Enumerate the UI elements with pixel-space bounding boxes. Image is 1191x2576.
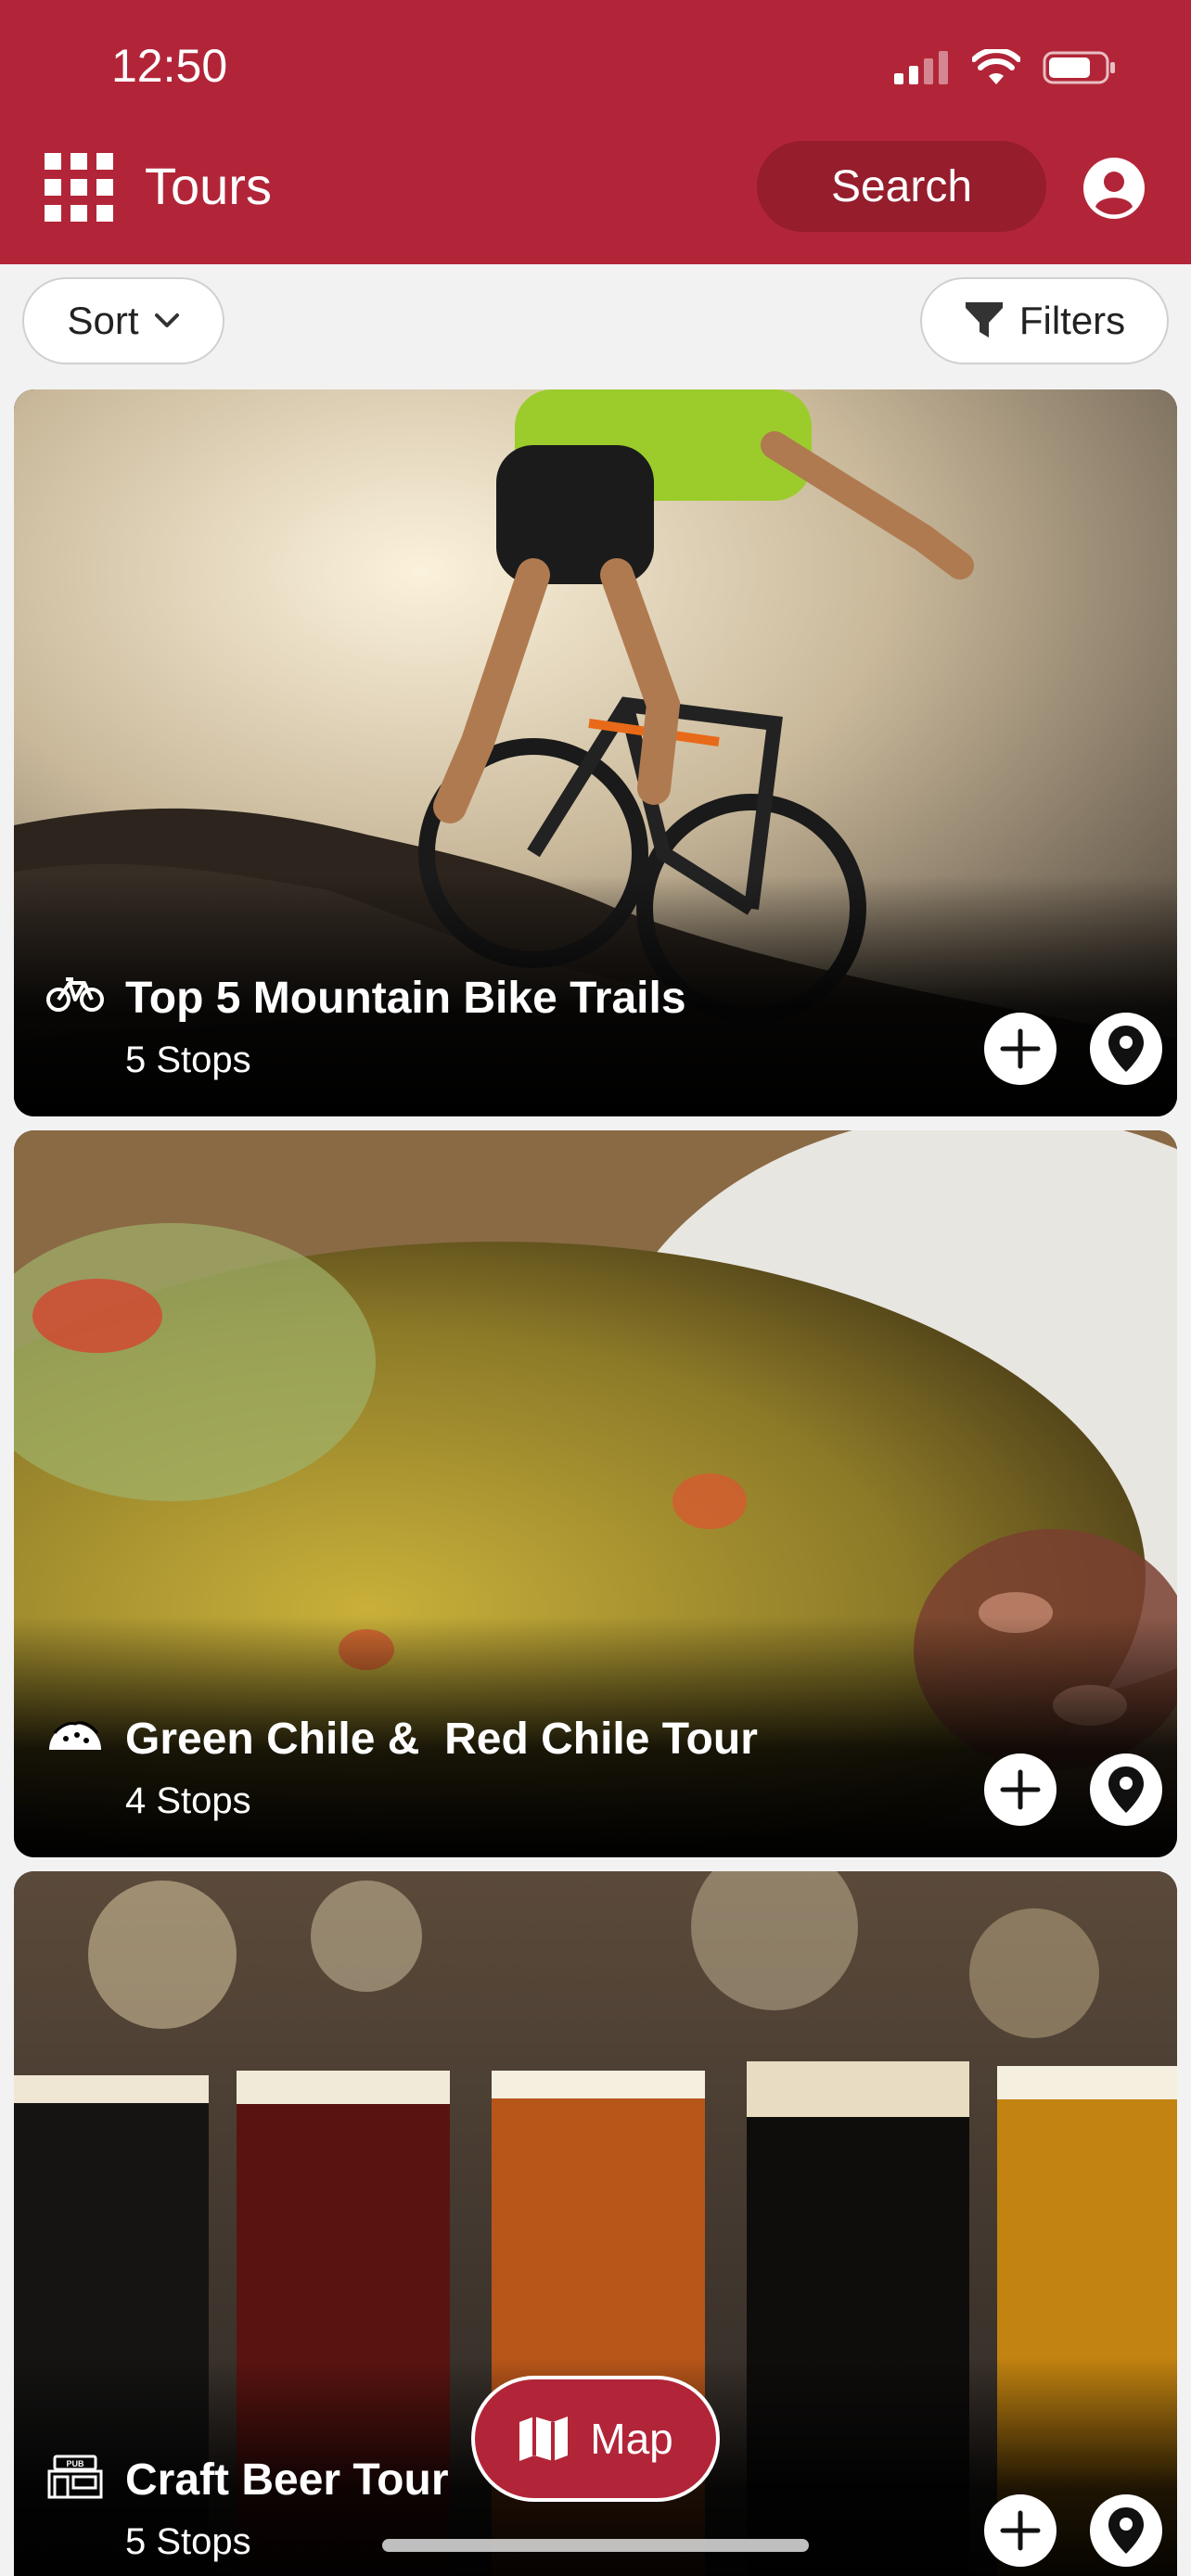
map-pin-icon [1108,1766,1144,1813]
map-pin-icon [1108,2507,1144,2554]
add-tour-button[interactable] [984,1013,1057,1085]
svg-text:PUB: PUB [66,2459,84,2468]
tour-title: Green Chile & Red Chile Tour [125,1715,758,1764]
apps-grid-icon[interactable] [45,153,113,222]
map-pin-icon [1108,1026,1144,1072]
sort-button[interactable]: Sort [22,277,224,364]
battery-icon [1043,51,1115,84]
page-title: Tours [145,157,272,215]
status-time: 12:50 [111,40,228,92]
tour-stops: 5 Stops [125,2521,251,2562]
search-button[interactable]: Search [757,141,1046,232]
status-icons [894,45,1117,91]
tour-title: Craft Beer Tour [125,2455,449,2505]
sort-filter-bar: Sort Filters [0,264,1191,376]
folded-map-icon [519,2417,569,2461]
bicycle-icon [46,977,104,1012]
plus-icon [1000,1769,1041,1810]
chevron-down-icon [154,313,179,327]
tour-card[interactable]: Top 5 Mountain Bike Trails 5 Stops [14,389,1177,1116]
add-tour-button[interactable] [984,2494,1057,2567]
filters-button[interactable]: Filters [920,277,1169,364]
cellular-signal-icon [894,51,948,84]
map-button-label: Map [590,2415,673,2463]
funnel-icon [965,302,1003,338]
app-header: 12:50 Tours Search [0,0,1191,264]
profile-icon[interactable] [1083,158,1145,219]
map-button[interactable]: Map [471,2376,720,2502]
tour-stops: 5 Stops [125,1039,251,1080]
add-tour-button[interactable] [984,1753,1057,1826]
pub-icon: PUB [47,2455,103,2499]
map-pin-button[interactable] [1090,2494,1162,2567]
sort-label: Sort [67,299,139,342]
wifi-icon [972,49,1020,84]
tour-title: Top 5 Mountain Bike Trails [125,974,686,1023]
map-pin-button[interactable] [1090,1013,1162,1085]
plus-icon [1000,2510,1041,2551]
map-pin-button[interactable] [1090,1753,1162,1826]
home-indicator[interactable] [382,2539,809,2552]
taco-icon [49,1721,101,1750]
tour-card[interactable]: Green Chile & Red Chile Tour 4 Stops [14,1130,1177,1857]
plus-icon [1000,1028,1041,1069]
tour-stops: 4 Stops [125,1780,251,1821]
filters-label: Filters [1018,299,1126,342]
